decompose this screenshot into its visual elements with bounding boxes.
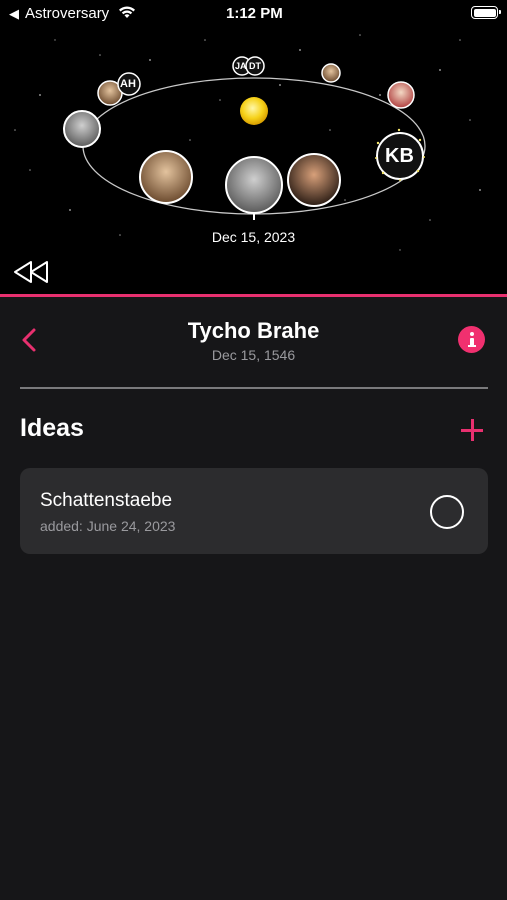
info-icon[interactable] — [458, 326, 485, 353]
marker-portrait-selected — [225, 156, 283, 220]
battery-icon — [471, 6, 501, 19]
marker-portrait-5 — [139, 150, 193, 204]
marker-portrait-4 — [387, 81, 415, 109]
header-divider — [20, 387, 488, 389]
idea-added-date: added: June 24, 2023 — [40, 518, 176, 534]
orbit-view[interactable]: AH JA DT KB ◀ Astroversary 1:12 PM Dec 1… — [0, 0, 507, 295]
plus-icon[interactable] — [461, 419, 483, 441]
marker-label-ja: JA — [235, 61, 247, 71]
status-back-icon[interactable]: ◀ — [9, 6, 19, 22]
idea-card[interactable]: Schattenstaebe added: June 24, 2023 — [20, 468, 488, 554]
wifi-icon — [119, 6, 135, 18]
page-subtitle: Dec 15, 1546 — [211, 347, 296, 363]
section-title-ideas: Ideas — [20, 414, 84, 442]
page-title: Tycho Brahe — [187, 318, 320, 343]
marker-portrait-3 — [321, 63, 341, 83]
marker-label-dt: DT — [249, 61, 261, 71]
marker-label-ah: AH — [120, 78, 136, 90]
status-app-name[interactable]: Astroversary — [25, 5, 109, 22]
idea-title: Schattenstaebe — [40, 490, 173, 511]
accent-divider — [0, 294, 507, 297]
status-bar: ◀ Astroversary 1:12 PM — [0, 0, 507, 30]
marker-portrait-6 — [287, 153, 341, 207]
marker-portrait-1 — [63, 110, 101, 148]
sun-icon — [240, 97, 268, 125]
status-time: 1:12 PM — [226, 5, 283, 22]
orbit-diagram — [63, 56, 426, 220]
checkbox-circle-icon[interactable] — [430, 495, 464, 529]
marker-label-kb: KB — [385, 145, 414, 167]
rewind-icon[interactable] — [12, 259, 52, 285]
orbit-date-label: Dec 15, 2023 — [211, 229, 296, 245]
